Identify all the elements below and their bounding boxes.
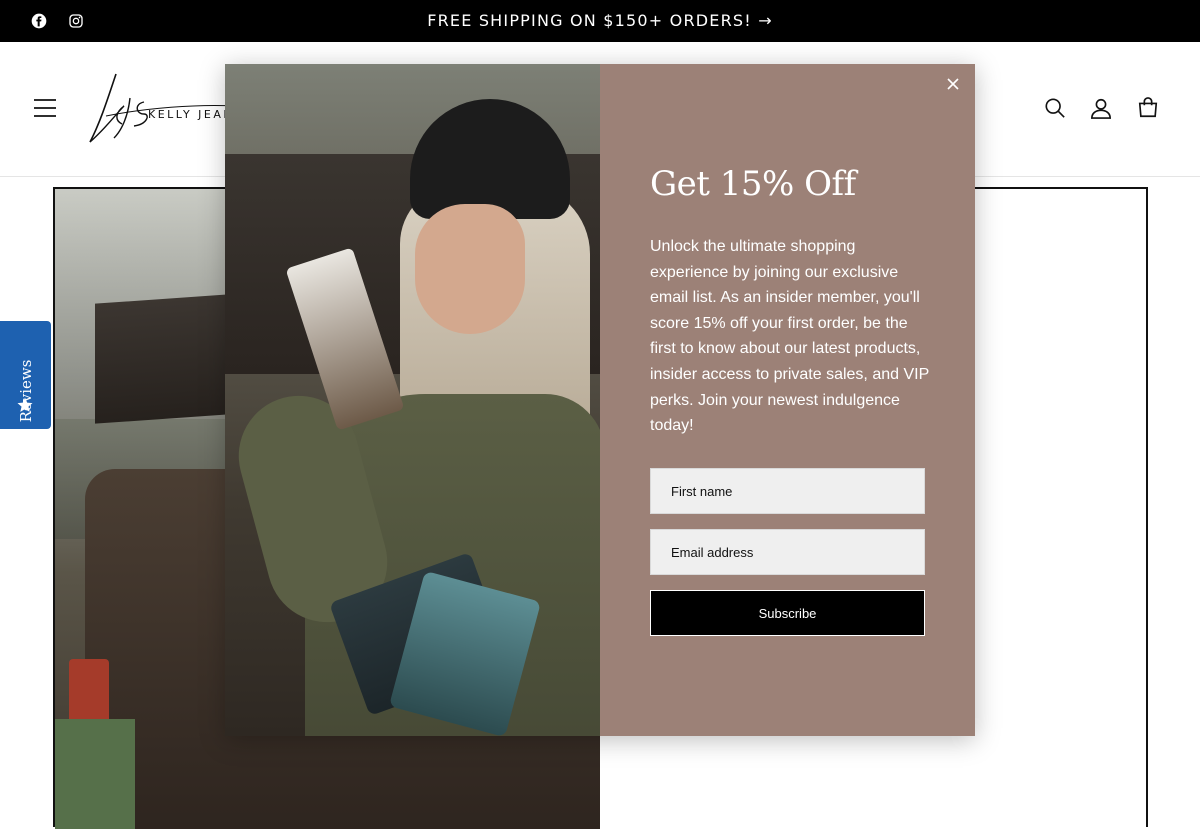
email-signup-popup: Get 15% Off Unlock the ultimate shopping… xyxy=(225,64,975,736)
search-icon[interactable] xyxy=(1040,93,1070,123)
announcement-bar: FREE SHIPPING ON $150+ ORDERS! → xyxy=(0,0,1200,42)
popup-lifestyle-image xyxy=(225,64,600,736)
popup-form-panel: Get 15% Off Unlock the ultimate shopping… xyxy=(600,64,975,736)
logo-text: KELLY JEAN xyxy=(148,108,235,121)
popup-description: Unlock the ultimate shopping experience … xyxy=(650,238,929,435)
email-field[interactable] xyxy=(650,529,925,575)
first-name-field[interactable] xyxy=(650,468,925,514)
logo-monogram-icon xyxy=(89,73,237,143)
popup-title: Get 15% Off xyxy=(650,164,856,204)
logo[interactable]: KELLY JEAN xyxy=(86,68,237,146)
star-icon xyxy=(14,394,36,416)
account-icon[interactable] xyxy=(1086,93,1116,123)
reviews-tab[interactable]: Reviews xyxy=(0,321,51,429)
close-icon[interactable] xyxy=(943,74,963,94)
cart-icon[interactable] xyxy=(1133,93,1163,123)
announcement-text: FREE SHIPPING ON $150+ ORDERS! → xyxy=(0,11,1200,30)
arrow-right-icon: → xyxy=(758,11,773,30)
subscribe-button[interactable]: Subscribe xyxy=(650,590,925,636)
menu-icon[interactable] xyxy=(30,93,60,123)
free-shipping-label: FREE SHIPPING ON $150+ ORDERS! xyxy=(427,11,752,30)
free-shipping-link[interactable]: FREE SHIPPING ON $150+ ORDERS! → xyxy=(427,11,773,30)
